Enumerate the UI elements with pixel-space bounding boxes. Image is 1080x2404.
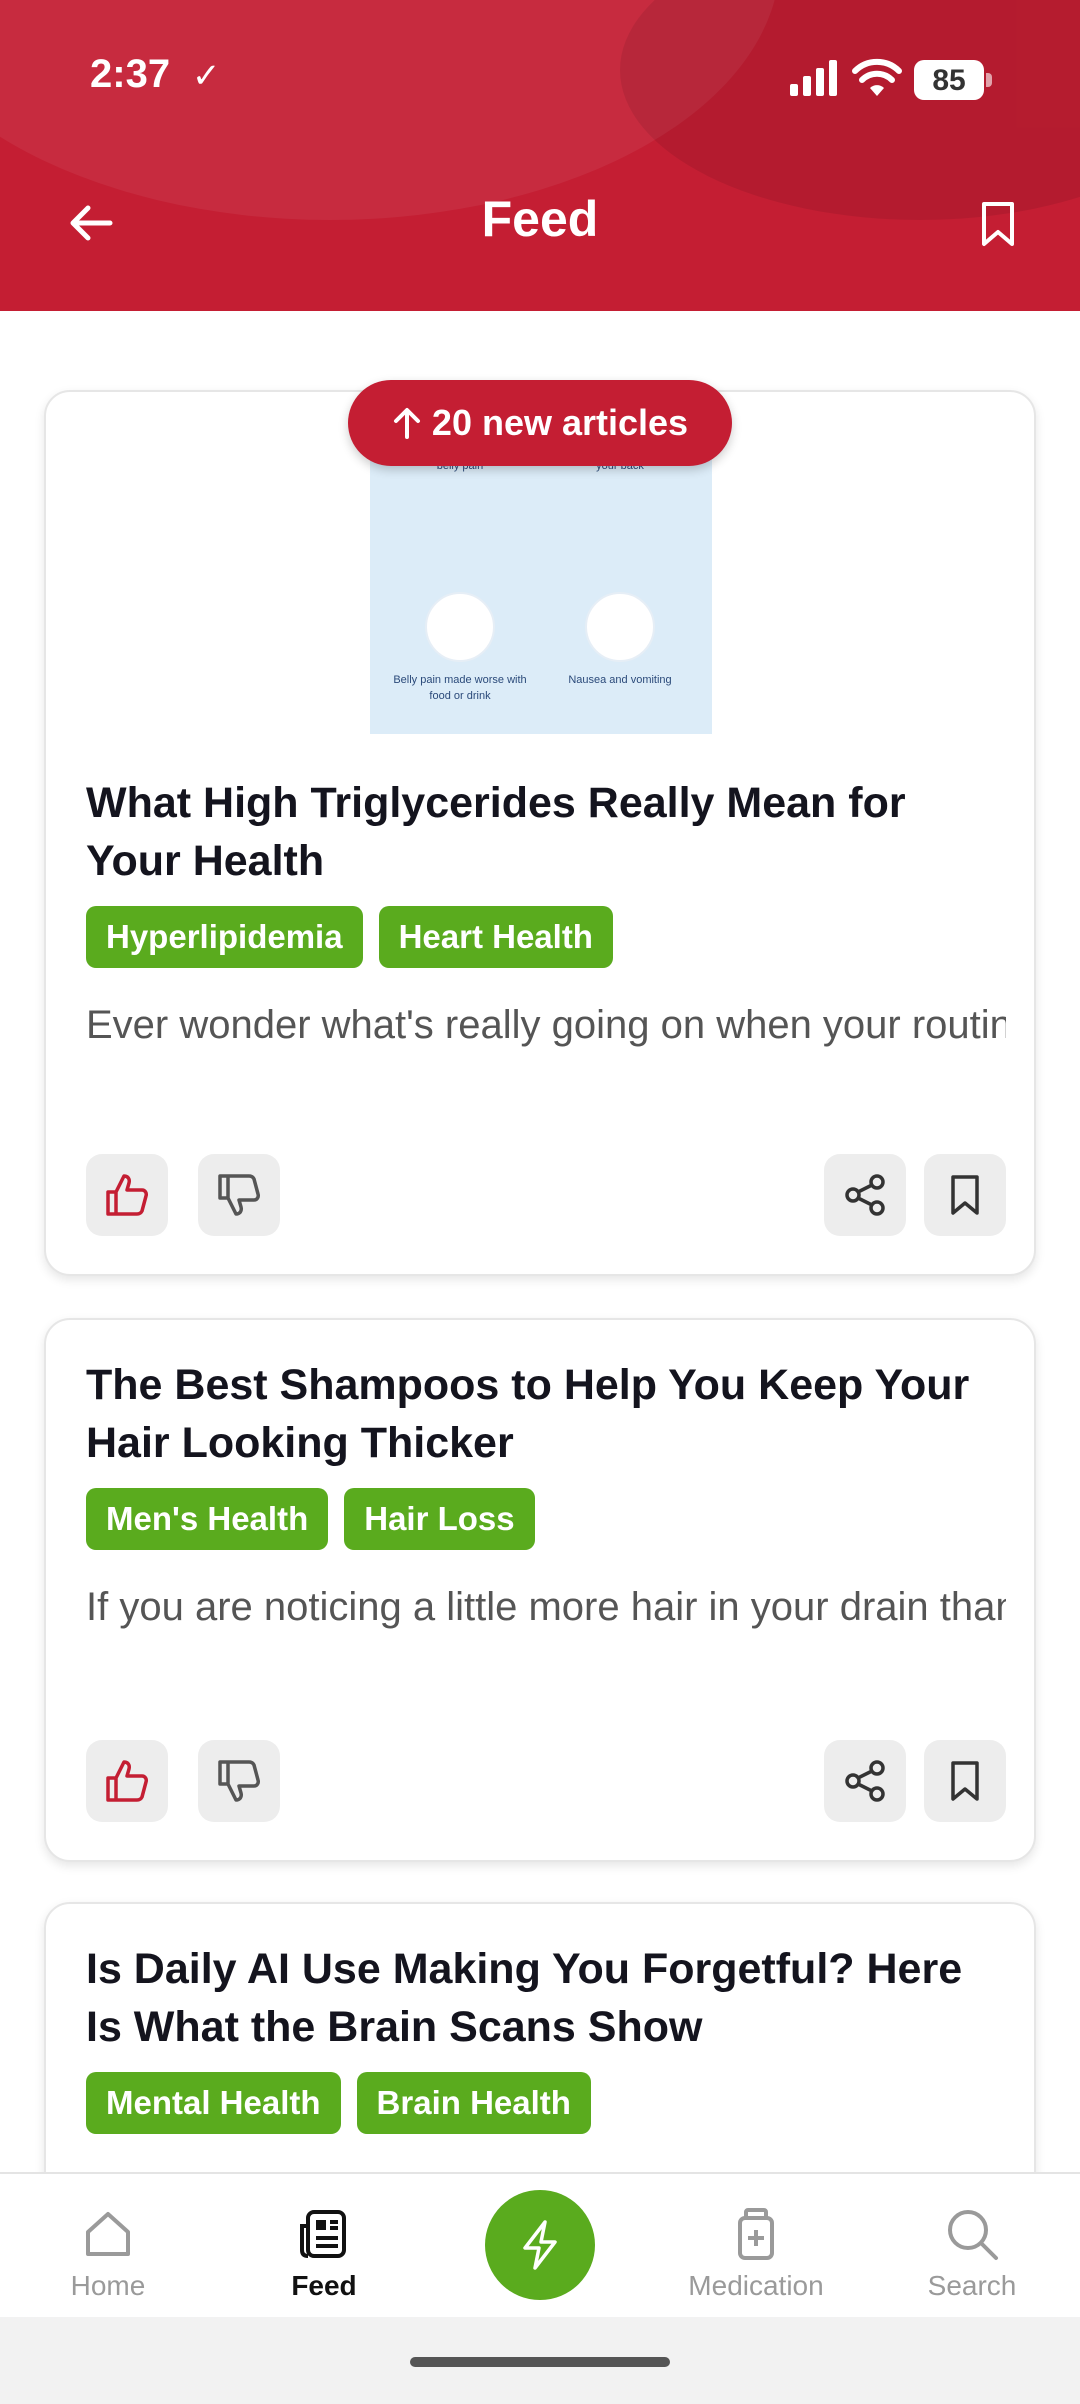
bookmark-icon[interactable] [976,200,1020,248]
article-excerpt: If you are noticing a little more hair i… [86,1585,1006,1629]
share-button[interactable] [824,1740,906,1822]
page-title: Feed [481,191,599,247]
thumbs-up-icon [106,1760,148,1802]
feed-icon [300,2210,346,2258]
article-card[interactable]: The Best Shampoos to Help You Keep Your … [44,1318,1036,1862]
like-button[interactable] [86,1740,168,1822]
article-title[interactable]: The Best Shampoos to Help You Keep Your … [86,1356,1006,1472]
thumbs-up-icon [106,1174,148,1216]
bookmark-icon [951,1761,979,1801]
tag-chip[interactable]: Hair Loss [344,1488,535,1550]
save-button[interactable] [924,1154,1006,1236]
share-icon [845,1174,885,1216]
tag-list: Hyperlipidemia Heart Health [86,906,613,968]
lightning-icon [523,2220,557,2270]
medication-icon [738,2208,774,2260]
bottom-nav: Home Feed Medication Search [0,2172,1080,2317]
dislike-button[interactable] [198,1154,280,1236]
tag-chip[interactable]: Heart Health [378,906,613,968]
article-card[interactable]: Severe and constant upper belly pain Bel… [44,390,1036,1276]
tag-chip[interactable]: Brain Health [356,2072,591,2134]
nav-label: Feed [291,2270,357,2301]
share-button[interactable] [824,1154,906,1236]
nav-medication[interactable]: Medication [666,2204,846,2302]
dislike-button[interactable] [198,1740,280,1822]
thumbs-down-icon [218,1760,260,1802]
nav-home[interactable]: Home [18,2204,198,2302]
home-indicator-area [0,2317,1080,2404]
tag-chip[interactable]: Mental Health [86,2072,341,2134]
tag-chip[interactable]: Hyperlipidemia [86,906,363,968]
article-excerpt: Ever wonder what's really going on when … [86,1003,1006,1047]
cellular-signal-icon [790,60,837,96]
nav-search[interactable]: Search [882,2204,1062,2302]
tag-list: Mental Health Brain Health [86,2072,591,2134]
header-decoration [620,0,1080,220]
nav-feed[interactable]: Feed [234,2204,414,2302]
thumbs-down-icon [218,1174,260,1216]
article-title[interactable]: Is Daily AI Use Making You Forgetful? He… [86,1940,1006,2056]
arrow-up-icon [393,408,420,439]
quick-action-button[interactable] [485,2190,595,2300]
nav-label: Search [927,2270,1017,2301]
share-icon [845,1760,885,1802]
save-button[interactable] [924,1740,1006,1822]
home-icon [86,2212,130,2256]
battery-level: 85 [932,64,966,97]
tag-chip[interactable]: Men's Health [86,1488,329,1550]
home-indicator[interactable] [410,2357,670,2367]
like-button[interactable] [86,1154,168,1236]
nav-label: Home [70,2270,146,2301]
new-articles-button[interactable]: 20 new articles [348,380,732,466]
nav-label: Medication [688,2270,824,2301]
bookmark-icon [951,1175,979,1215]
status-time: 2:37 [90,52,171,96]
app-header: 2:37 ✓ 85 Feed [0,0,1080,311]
check-icon: ✓ [192,57,221,95]
battery-icon: 85 [914,60,992,100]
tag-list: Men's Health Hair Loss [86,1488,535,1550]
new-articles-label: 20 new articles [431,402,689,443]
article-title[interactable]: What High Triglycerides Really Mean for … [86,774,1006,890]
wifi-icon [852,58,902,96]
search-icon [948,2210,998,2260]
